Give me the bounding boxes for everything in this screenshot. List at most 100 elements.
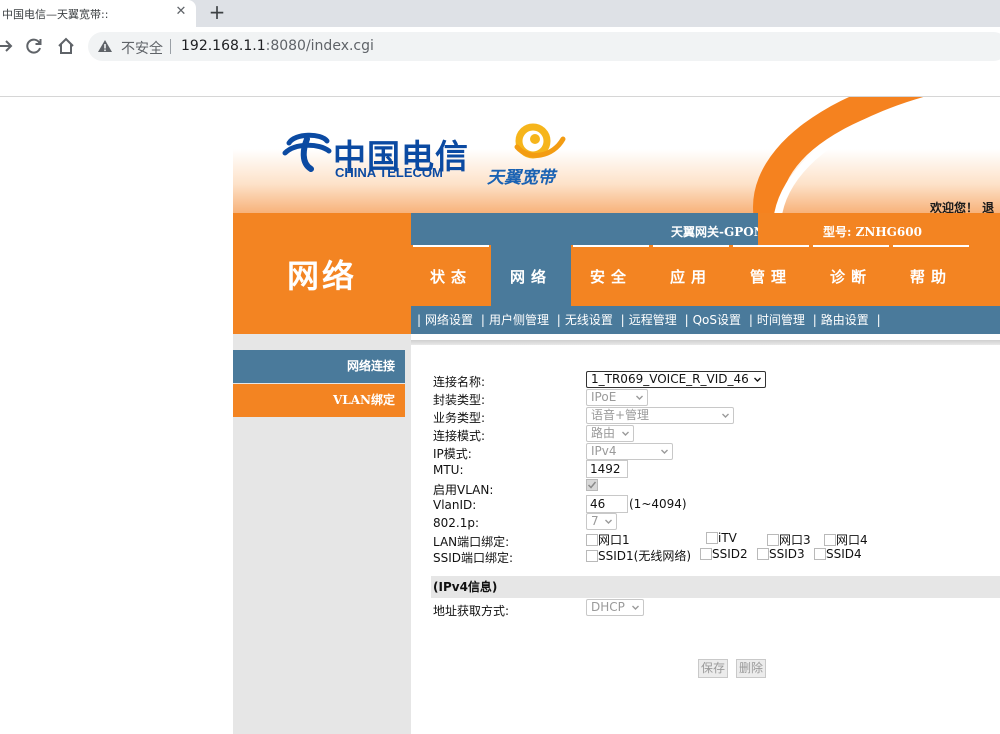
main-nav: 状态 网络 安全 应用 管理 诊断 帮助 xyxy=(411,245,1000,306)
conn-name-select-wrap: 1_TR069_VOICE_R_VID_46 xyxy=(586,371,766,388)
lan-port-1-checkbox[interactable] xyxy=(586,534,598,546)
side-item-vlan-binding[interactable]: VLAN绑定 xyxy=(233,384,405,417)
tab-close-icon[interactable]: ✕ xyxy=(172,3,190,21)
service-select-wrap: 语音+管理 xyxy=(586,407,734,424)
vlan-enable-checkbox[interactable] xyxy=(586,479,598,491)
gateway-info-bar: 天翼网关-GPON 型号: ZNHG600 xyxy=(411,213,1000,245)
reload-icon[interactable] xyxy=(23,35,45,57)
addr-mode-select[interactable]: DHCP xyxy=(586,599,644,616)
tab-network[interactable]: 网络 xyxy=(491,245,571,306)
ssid-4-checkbox[interactable] xyxy=(814,548,826,560)
conn-name-select[interactable]: 1_TR069_VOICE_R_VID_46 xyxy=(586,371,766,388)
vlan-enable-wrap xyxy=(586,478,598,492)
browser-tabstrip: 中国电信—天翼宽带:: ✕ + xyxy=(0,0,1000,27)
ipmode-select[interactable]: IPv4 xyxy=(586,443,673,460)
dot1p-label: 802.1p: xyxy=(433,516,480,530)
ssid-1-option[interactable]: SSID1(无线网络) xyxy=(586,547,691,564)
subnav-user-side[interactable]: 用户侧管理 xyxy=(489,313,549,327)
ipmode-select-wrap: IPv4 xyxy=(586,443,673,460)
lan-port-4-label: 网口4 xyxy=(836,533,868,547)
mode-select-wrap: 路由 xyxy=(586,425,634,442)
ssid-4-option[interactable]: SSID4 xyxy=(814,547,862,561)
tab-diagnostics[interactable]: 诊断 xyxy=(811,245,891,306)
lan-port-4-checkbox[interactable] xyxy=(824,534,836,546)
browser-tab[interactable]: 中国电信—天翼宽带:: ✕ xyxy=(0,0,196,27)
ssid-4-label: SSID4 xyxy=(826,547,862,561)
subnav-time[interactable]: 时间管理 xyxy=(757,313,805,327)
brand-name-en: CHINA TELECOM xyxy=(335,165,443,180)
sub-nav-links: | 网络设置 | 用户侧管理 | 无线设置 | 远程管理 | QoS设置 | 时间管理 | 路… xyxy=(413,311,885,328)
mtu-input-wrap: 1492 xyxy=(586,460,628,478)
lan-port-3-label: 网口3 xyxy=(779,533,811,547)
browser-toolbar: 不安全 192.168.1.1:8080/index.cgi xyxy=(0,27,1000,64)
not-secure-label[interactable]: 不安全 xyxy=(121,38,163,58)
side-menu: 网络连接 VLAN绑定 xyxy=(233,334,411,734)
chevron-down-icon xyxy=(622,431,629,436)
ssid-3-option[interactable]: SSID3 xyxy=(757,547,805,561)
side-item-network-connection[interactable]: 网络连接 xyxy=(233,350,405,383)
mtu-label: MTU: xyxy=(433,463,464,477)
delete-button[interactable]: 删除 xyxy=(736,659,767,678)
addr-mode-select-wrap: DHCP xyxy=(586,599,644,616)
sub-nav-separator: | xyxy=(417,313,422,327)
ssid-2-checkbox[interactable] xyxy=(700,548,712,560)
sub-nav-separator: | xyxy=(620,313,625,327)
dot1p-select-wrap: 7 xyxy=(586,513,617,530)
url-text[interactable]: 192.168.1.1:8080/index.cgi xyxy=(181,38,374,54)
tab-help[interactable]: 帮助 xyxy=(891,245,971,306)
ipv4-section-header: (IPv4信息) xyxy=(431,576,1000,598)
chevron-down-icon xyxy=(605,519,612,524)
tab-application[interactable]: 应用 xyxy=(651,245,731,306)
ssid-bind-label: SSID端口绑定: xyxy=(433,551,514,565)
sub-nav-separator: | xyxy=(812,313,817,327)
ssid-2-option[interactable]: SSID2 xyxy=(700,547,748,561)
ssid-1-checkbox[interactable] xyxy=(586,550,598,562)
sub-nav: | 网络设置 | 用户侧管理 | 无线设置 | 远程管理 | QoS设置 | 时间管理 | 路… xyxy=(411,306,1000,334)
gateway-name: 天翼网关-GPON xyxy=(671,225,765,239)
welcome-text: 欢迎您！ 退 xyxy=(930,201,995,213)
china-telecom-logo-icon xyxy=(282,132,332,172)
ssid-3-checkbox[interactable] xyxy=(757,548,769,560)
mode-label: 连接模式: xyxy=(433,429,486,443)
lan-port-1-option[interactable]: 网口1 xyxy=(586,531,630,548)
chevron-down-icon xyxy=(636,395,643,400)
vlan-enable-label: 启用VLAN: xyxy=(433,483,494,497)
lan-port-3-checkbox[interactable] xyxy=(767,534,779,546)
vlanid-input[interactable]: 46 xyxy=(586,495,628,513)
new-tab-button[interactable]: + xyxy=(206,1,228,23)
subnav-network-settings[interactable]: 网络设置 xyxy=(425,313,473,327)
subnav-qos[interactable]: QoS设置 xyxy=(693,313,741,327)
tab-status[interactable]: 状态 xyxy=(411,245,491,306)
subnav-wireless[interactable]: 无线设置 xyxy=(565,313,613,327)
home-icon[interactable] xyxy=(55,35,77,57)
lan-port-3-option[interactable]: 网口3 xyxy=(767,531,811,548)
service-label: 业务类型: xyxy=(433,411,486,425)
service-select[interactable]: 语音+管理 xyxy=(586,407,734,424)
address-bar[interactable]: 不安全 192.168.1.1:8080/index.cgi xyxy=(88,32,1000,61)
mode-value: 路由 xyxy=(591,426,616,440)
service-value: 语音+管理 xyxy=(591,408,650,422)
save-button[interactable]: 保存 xyxy=(698,659,729,678)
addr-mode-value: DHCP xyxy=(591,600,625,614)
tianyi-logo-icon xyxy=(514,123,566,159)
forward-arrow-icon[interactable] xyxy=(0,35,16,57)
vlanid-range: (1~4094) xyxy=(629,497,687,511)
subnav-routing[interactable]: 路由设置 xyxy=(821,313,869,327)
tab-security[interactable]: 安全 xyxy=(571,245,651,306)
checkmark-icon xyxy=(587,481,597,489)
warning-triangle-icon[interactable] xyxy=(97,39,113,53)
mtu-input[interactable]: 1492 xyxy=(586,460,628,478)
lan-port-itv-option[interactable]: iTV xyxy=(706,531,737,545)
encap-value: IPoE xyxy=(591,390,617,404)
url-path: :8080/index.cgi xyxy=(265,38,374,54)
lan-port-itv-checkbox[interactable] xyxy=(706,532,718,544)
subnav-remote[interactable]: 远程管理 xyxy=(629,313,677,327)
chevron-down-icon xyxy=(661,449,668,454)
dot1p-select[interactable]: 7 xyxy=(586,513,617,530)
mode-select[interactable]: 路由 xyxy=(586,425,634,442)
tab-management[interactable]: 管理 xyxy=(731,245,811,306)
model-box: 型号: ZNHG600 xyxy=(758,213,1000,245)
encap-select[interactable]: IPoE xyxy=(586,389,648,406)
lan-port-4-option[interactable]: 网口4 xyxy=(824,531,868,548)
addr-mode-label: 地址获取方式: xyxy=(433,604,510,618)
